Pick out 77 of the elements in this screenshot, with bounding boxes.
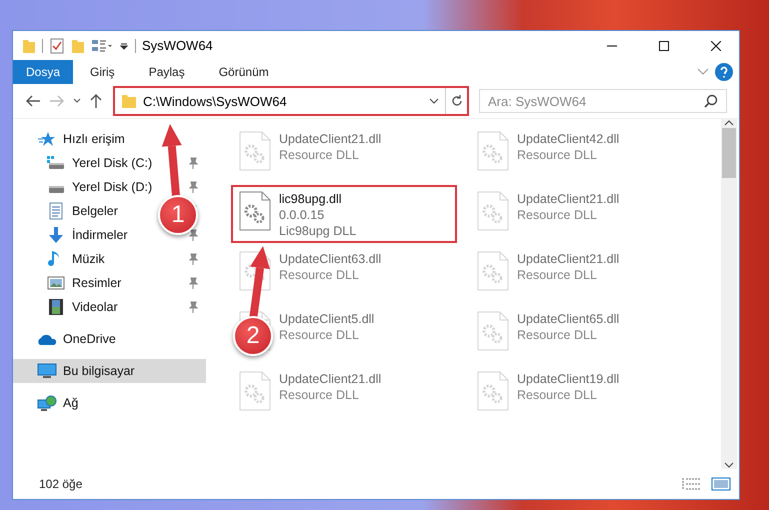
details-view-icon[interactable] <box>681 476 703 492</box>
file-detail: Resource DLL <box>279 387 360 403</box>
file-name: UpdateClient65.dll <box>517 311 620 327</box>
item-count: 102 öğe <box>39 477 82 491</box>
gear-file-icon <box>239 191 271 231</box>
document-icon <box>48 202 64 220</box>
file-name: UpdateClient63.dll <box>279 251 382 267</box>
chevron-down-icon <box>73 98 81 104</box>
file-name: UpdateClient42.dll <box>517 131 620 147</box>
gear-file-icon <box>239 371 271 411</box>
help-icon[interactable] <box>715 63 733 81</box>
gear-file-icon <box>477 131 509 171</box>
nav-item[interactable]: Resimler <box>72 276 122 290</box>
nav-item[interactable]: İndirmeler <box>72 228 128 242</box>
download-arrow-icon <box>47 226 65 244</box>
picture-icon <box>47 276 65 290</box>
nav-item[interactable]: Bu bilgisayar <box>13 359 206 383</box>
nav-item[interactable]: Belgeler <box>72 204 118 218</box>
cloud-icon <box>37 332 57 346</box>
file-name: UpdateClient5.dll <box>279 311 374 327</box>
gear-file-icon <box>477 251 509 291</box>
network-icon <box>37 395 57 411</box>
forward-arrow-icon <box>49 94 65 108</box>
layout-icon[interactable] <box>91 38 113 54</box>
file-tile[interactable]: lic98upg.dll 0.0.0.15 Lic98upg DLL <box>231 185 457 243</box>
nav-item[interactable]: Ağ <box>63 396 78 410</box>
file-detail: Resource DLL <box>517 387 598 403</box>
file-detail: Resource DLL <box>279 267 360 283</box>
maximize-icon <box>659 40 669 50</box>
scroll-thumb[interactable] <box>722 128 736 178</box>
back-arrow-icon <box>25 94 41 108</box>
scrollbar[interactable] <box>721 119 737 469</box>
star-icon <box>38 131 56 147</box>
file-name: UpdateClient21.dll <box>517 251 620 267</box>
gear-file-icon <box>239 131 271 171</box>
refresh-icon <box>450 95 462 107</box>
file-menu-tab[interactable]: Dosya <box>13 60 74 84</box>
file-name: UpdateClient19.dll <box>517 371 620 387</box>
close-icon <box>711 40 721 50</box>
film-icon <box>48 298 64 316</box>
file-detail: Lic98upg DLL <box>279 223 356 239</box>
file-name: UpdateClient21.dll <box>279 131 382 147</box>
file-name: UpdateClient21.dll <box>279 371 382 387</box>
address-field[interactable]: C:\Windows\SysWOW64 <box>113 86 469 116</box>
file-name: UpdateClient21.dll <box>517 191 620 207</box>
nav-item[interactable]: Hızlı erişim <box>63 132 125 146</box>
ribbon-tab[interactable]: Görünüm <box>202 60 286 84</box>
nav-item[interactable]: OneDrive <box>63 332 116 346</box>
chevron-up-icon <box>724 119 734 127</box>
file-detail: Resource DLL <box>279 147 360 163</box>
nav-item[interactable]: Yerel Disk (C:) <box>72 156 152 170</box>
chevron-down-icon <box>724 461 734 469</box>
search-field[interactable]: Ara: SysWOW64 <box>479 89 727 113</box>
chevron-down-icon[interactable] <box>429 98 439 104</box>
folder-icon <box>121 93 137 109</box>
nav-item[interactable]: Yerel Disk (D:) <box>72 180 152 194</box>
gear-file-icon <box>477 191 509 231</box>
gear-file-icon <box>477 371 509 411</box>
gear-file-icon <box>477 311 509 351</box>
ribbon-tab[interactable]: Paylaş <box>132 60 202 84</box>
drive-icon <box>47 156 65 170</box>
search-icon <box>704 94 718 108</box>
file-detail: Resource DLL <box>517 267 598 283</box>
up-arrow-icon <box>89 93 103 109</box>
nav-item[interactable]: Müzik <box>72 252 105 266</box>
file-detail: Resource DLL <box>517 327 598 343</box>
file-detail: Resource DLL <box>279 327 360 343</box>
monitor-icon <box>37 363 57 379</box>
file-detail: 0.0.0.15 <box>279 207 326 223</box>
tiles-view-icon[interactable] <box>711 476 731 492</box>
nav-item[interactable]: Videolar <box>72 300 118 314</box>
window-title: SysWOW64 <box>142 38 213 53</box>
file-detail: Resource DLL <box>517 147 598 163</box>
file-name: lic98upg.dll <box>279 191 343 207</box>
file-detail: Resource DLL <box>517 207 598 223</box>
ribbon-tab[interactable]: Giriş <box>73 60 132 84</box>
checklist-icon[interactable] <box>49 38 65 54</box>
